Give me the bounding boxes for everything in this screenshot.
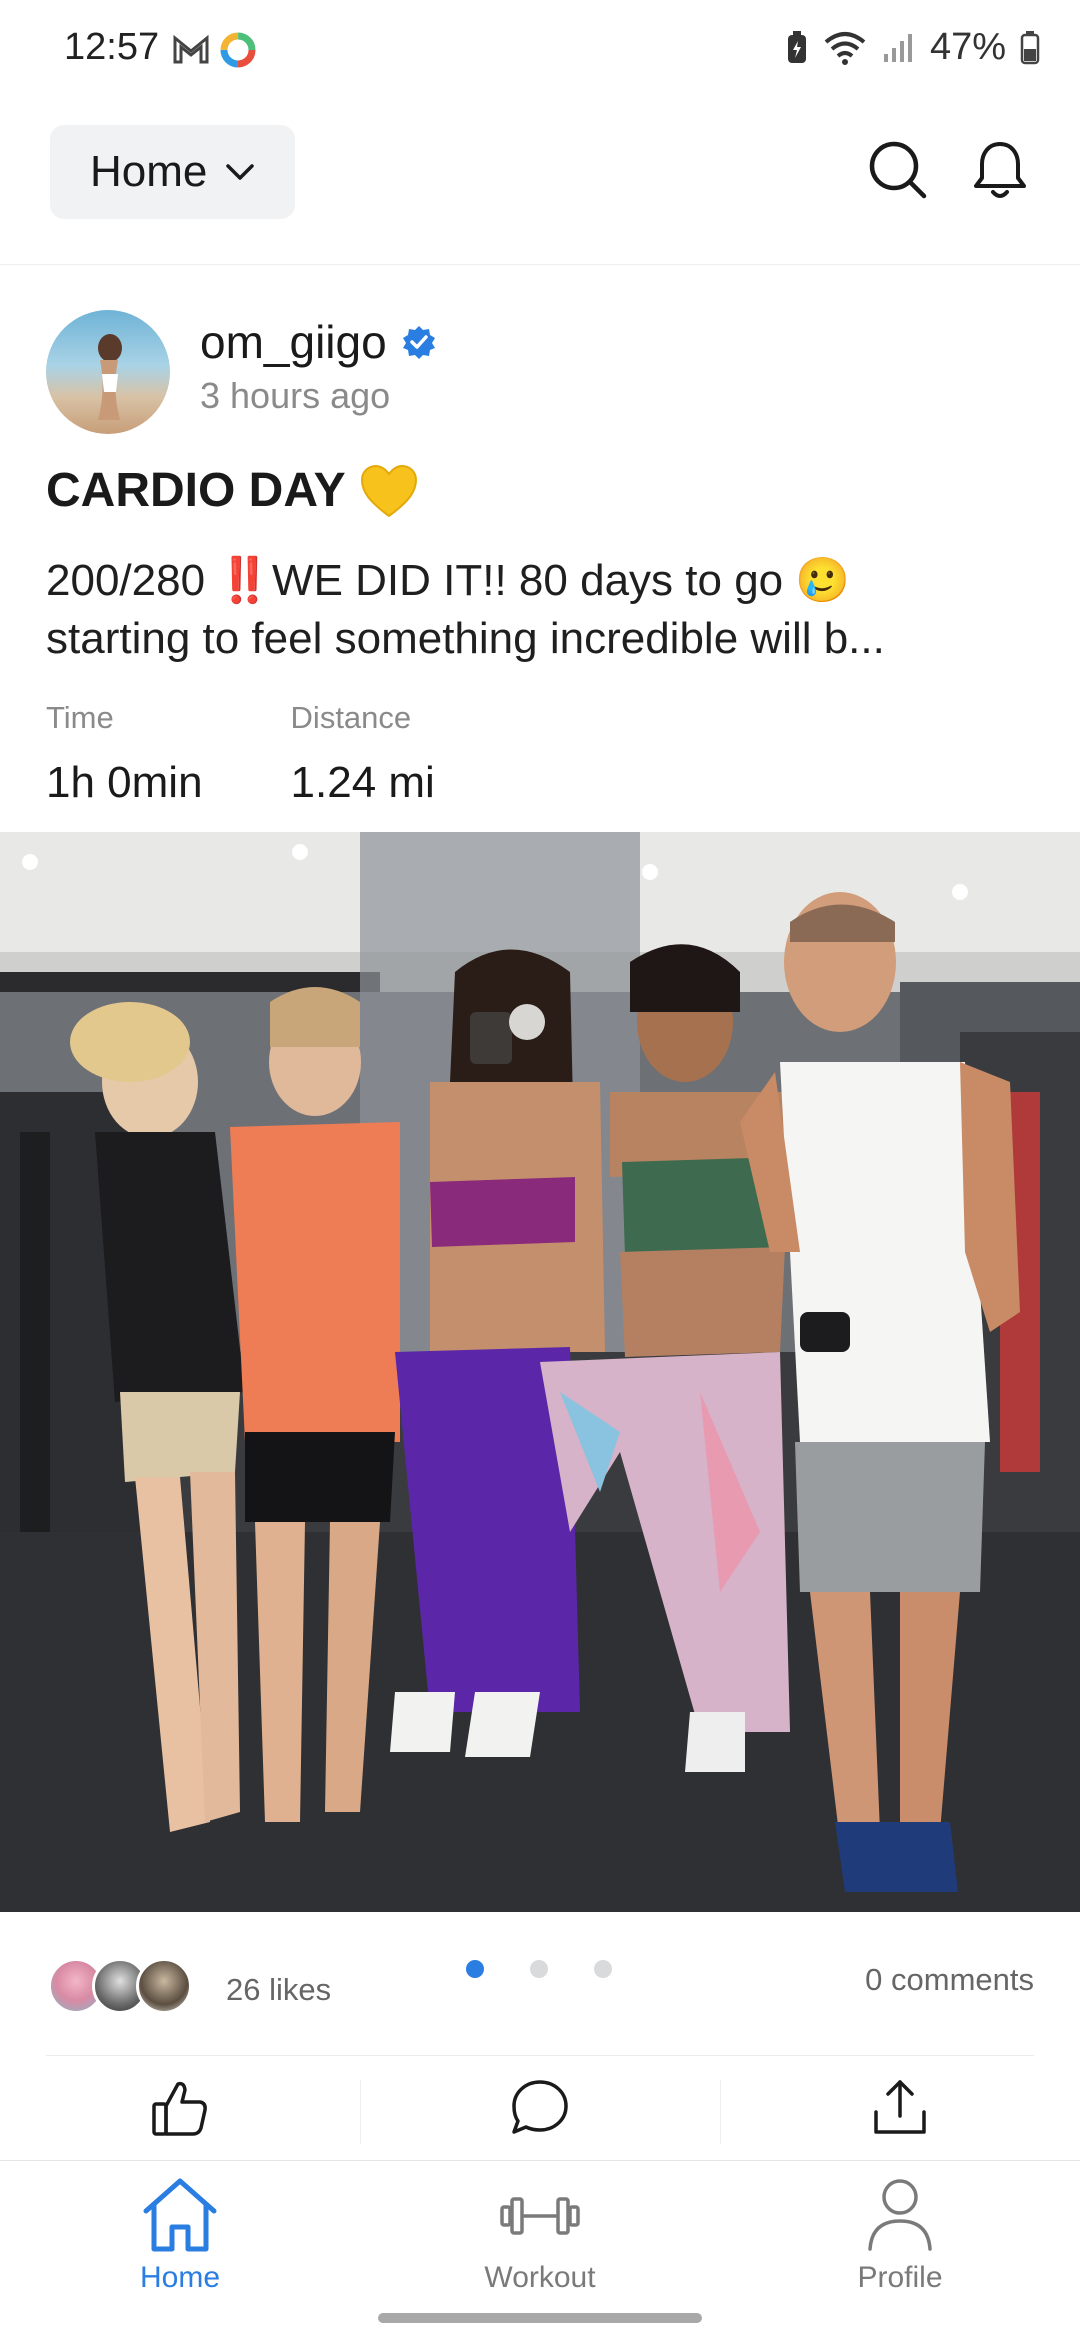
person-icon <box>868 2179 932 2251</box>
chevron-down-icon <box>226 164 255 180</box>
status-bar: 12:57 47% <box>0 0 1080 100</box>
home-icon <box>143 2178 217 2252</box>
stat-label: Distance <box>290 700 412 735</box>
nav-label: Home <box>139 2261 221 2294</box>
comment-button[interactable] <box>360 2056 720 2160</box>
gym-group-photo <box>0 832 1080 1912</box>
stat-label: Time <box>46 700 114 735</box>
status-right: 47% <box>786 26 1040 69</box>
nav-home[interactable]: Home <box>0 2161 360 2340</box>
stat-distance: Distance 1.24 mi <box>291 700 435 808</box>
signal-icon <box>883 33 912 62</box>
carousel-dot-active <box>466 1960 484 1978</box>
nav-profile[interactable]: Profile <box>720 2161 1080 2340</box>
app-notification-icon <box>220 32 256 68</box>
post-description[interactable]: 200/280 ‼️WE DID IT!! 80 days to go 🥲 st… <box>46 552 1046 668</box>
stat-time: Time 1h 0min <box>46 700 203 808</box>
engagement-bar: 26 likes 0 comments <box>0 1912 1080 2057</box>
avatar[interactable] <box>46 310 170 434</box>
post-description-line: 200/280 ‼️WE DID IT!! 80 days to go 🥲 <box>46 556 851 605</box>
comment-icon <box>512 2080 568 2134</box>
search-icon[interactable] <box>866 138 930 202</box>
avatar <box>136 1958 192 2014</box>
stat-value: 1.24 mi <box>290 758 435 807</box>
nav-label: Workout <box>484 2261 596 2294</box>
dumbbell-icon <box>500 2197 580 2235</box>
carousel-dot <box>594 1960 612 1978</box>
verified-badge-icon <box>402 326 435 359</box>
carousel-indicator <box>466 1960 612 1978</box>
post-actions <box>0 2056 1080 2160</box>
battery-icon <box>1020 30 1040 64</box>
feed-dropdown[interactable]: Home <box>50 125 295 219</box>
top-header: Home <box>0 100 1080 265</box>
gmail-icon <box>173 35 209 64</box>
avatar-image <box>98 334 122 420</box>
activity-stats: Time 1h 0min Distance 1.24 mi <box>46 700 435 808</box>
comments-count[interactable]: 0 comments <box>865 1962 1034 1998</box>
wifi-icon <box>824 31 866 65</box>
stat-value: 1h 0min <box>46 758 203 807</box>
status-time: 12:57 <box>64 26 160 68</box>
share-button[interactable] <box>720 2056 1080 2160</box>
nav-label: Profile <box>857 2261 943 2294</box>
like-icon <box>152 2081 207 2136</box>
share-icon <box>874 2080 926 2134</box>
yellow-heart-icon <box>360 464 417 517</box>
battery-percent: 47% <box>929 26 1006 68</box>
post-timestamp: 3 hours ago <box>200 375 391 416</box>
carousel-dot <box>530 1960 548 1978</box>
post-title-text: CARDIO DAY <box>46 464 346 517</box>
bell-icon[interactable] <box>968 138 1032 202</box>
liker-avatars[interactable] <box>48 1958 192 2014</box>
notification-icons <box>172 30 258 70</box>
post-photo[interactable] <box>0 832 1080 1912</box>
home-indicator[interactable] <box>378 2313 702 2323</box>
post-description-line: starting to feel something incredible wi… <box>46 614 885 663</box>
like-button[interactable] <box>0 2056 360 2160</box>
feed-dropdown-label: Home <box>90 147 208 196</box>
username-row: om_giigo <box>200 315 437 369</box>
username[interactable]: om_giigo <box>200 315 387 369</box>
likes-count[interactable]: 26 likes <box>226 1972 331 2008</box>
battery-saver-icon <box>787 30 806 63</box>
post-title[interactable]: CARDIO DAY <box>46 463 418 518</box>
